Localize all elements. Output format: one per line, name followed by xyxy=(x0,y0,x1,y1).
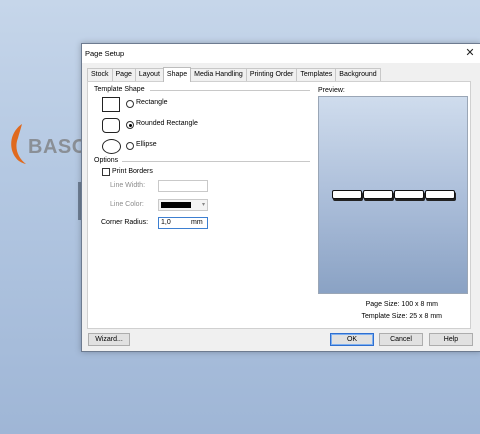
ellipse-shape-icon xyxy=(102,139,121,154)
corner-radius-field[interactable]: 1,0 mm xyxy=(158,217,208,229)
chevron-down-icon: ▾ xyxy=(201,202,205,208)
corner-radius-unit: mm xyxy=(191,219,203,226)
template-shape-separator xyxy=(150,90,310,91)
rounded-rectangle-shape-icon xyxy=(102,118,120,133)
preview-label-item xyxy=(332,190,362,199)
tab-printing-order[interactable]: Printing Order xyxy=(245,68,298,81)
template-size-info: Template Size: 25 x 8 mm xyxy=(318,313,442,320)
line-color-select[interactable]: ▾ xyxy=(158,199,208,211)
page-size-info: Page Size: 100 x 8 mm xyxy=(318,301,438,308)
rounded-rectangle-radio[interactable] xyxy=(126,121,134,129)
options-group-label: Options xyxy=(94,157,119,164)
preview-label-item xyxy=(363,190,393,199)
tab-strip: Stock Page Layout Shape Media Handling P… xyxy=(87,67,381,82)
template-size-value: 25 x 8 mm xyxy=(409,313,442,320)
ellipse-radio[interactable] xyxy=(126,142,134,150)
logo-swoosh-icon xyxy=(11,124,26,164)
wizard-button[interactable]: Wizard... xyxy=(88,333,130,346)
tab-shape[interactable]: Shape xyxy=(162,67,192,82)
corner-radius-label: Corner Radius: xyxy=(101,219,149,226)
ellipse-label: Ellipse xyxy=(136,141,157,148)
dialog-titlebar[interactable]: Page Setup ✕ xyxy=(82,44,480,63)
background-logo: BASO xyxy=(6,118,88,168)
close-icon[interactable]: ✕ xyxy=(463,46,477,60)
page-size-value: 100 x 8 mm xyxy=(401,301,438,308)
line-color-swatch xyxy=(161,202,191,208)
preview-label-item xyxy=(425,190,455,199)
print-borders-label: Print Borders xyxy=(112,168,153,175)
tab-templates[interactable]: Templates xyxy=(296,68,337,81)
preview-label: Preview: xyxy=(318,87,345,94)
rounded-rectangle-label: Rounded Rectangle xyxy=(136,120,198,127)
rectangle-radio[interactable] xyxy=(126,100,134,108)
print-borders-checkbox[interactable] xyxy=(102,168,110,176)
template-size-label: Template Size: xyxy=(361,313,408,320)
ok-button[interactable]: OK xyxy=(330,333,374,346)
corner-radius-value: 1,0 xyxy=(161,219,171,226)
line-color-label: Line Color: xyxy=(110,201,144,208)
template-shape-group-label: Template Shape xyxy=(94,86,145,93)
preview-area xyxy=(318,96,468,294)
page-size-label: Page Size: xyxy=(365,301,400,308)
shape-tab-panel: Template Shape Rectangle Rounded Rectang… xyxy=(87,81,471,329)
tab-media-handling[interactable]: Media Handling xyxy=(190,68,247,81)
tab-stock[interactable]: Stock xyxy=(87,68,113,81)
rectangle-label: Rectangle xyxy=(136,99,168,106)
dialog-title: Page Setup xyxy=(85,49,125,58)
rectangle-shape-icon xyxy=(102,97,120,112)
line-width-label: Line Width: xyxy=(110,182,146,189)
help-button[interactable]: Help xyxy=(429,333,473,346)
tab-layout[interactable]: Layout xyxy=(134,68,164,81)
page-setup-dialog: Page Setup ✕ Stock Page Layout Shape Med… xyxy=(81,43,480,352)
options-separator xyxy=(122,161,310,162)
cancel-button[interactable]: Cancel xyxy=(379,333,423,346)
tab-page[interactable]: Page xyxy=(111,68,136,81)
preview-label-item xyxy=(394,190,424,199)
preview-label-row xyxy=(332,190,455,199)
line-width-field[interactable] xyxy=(158,180,208,192)
tab-background[interactable]: Background xyxy=(335,68,381,81)
logo-text: BASO xyxy=(28,136,88,158)
